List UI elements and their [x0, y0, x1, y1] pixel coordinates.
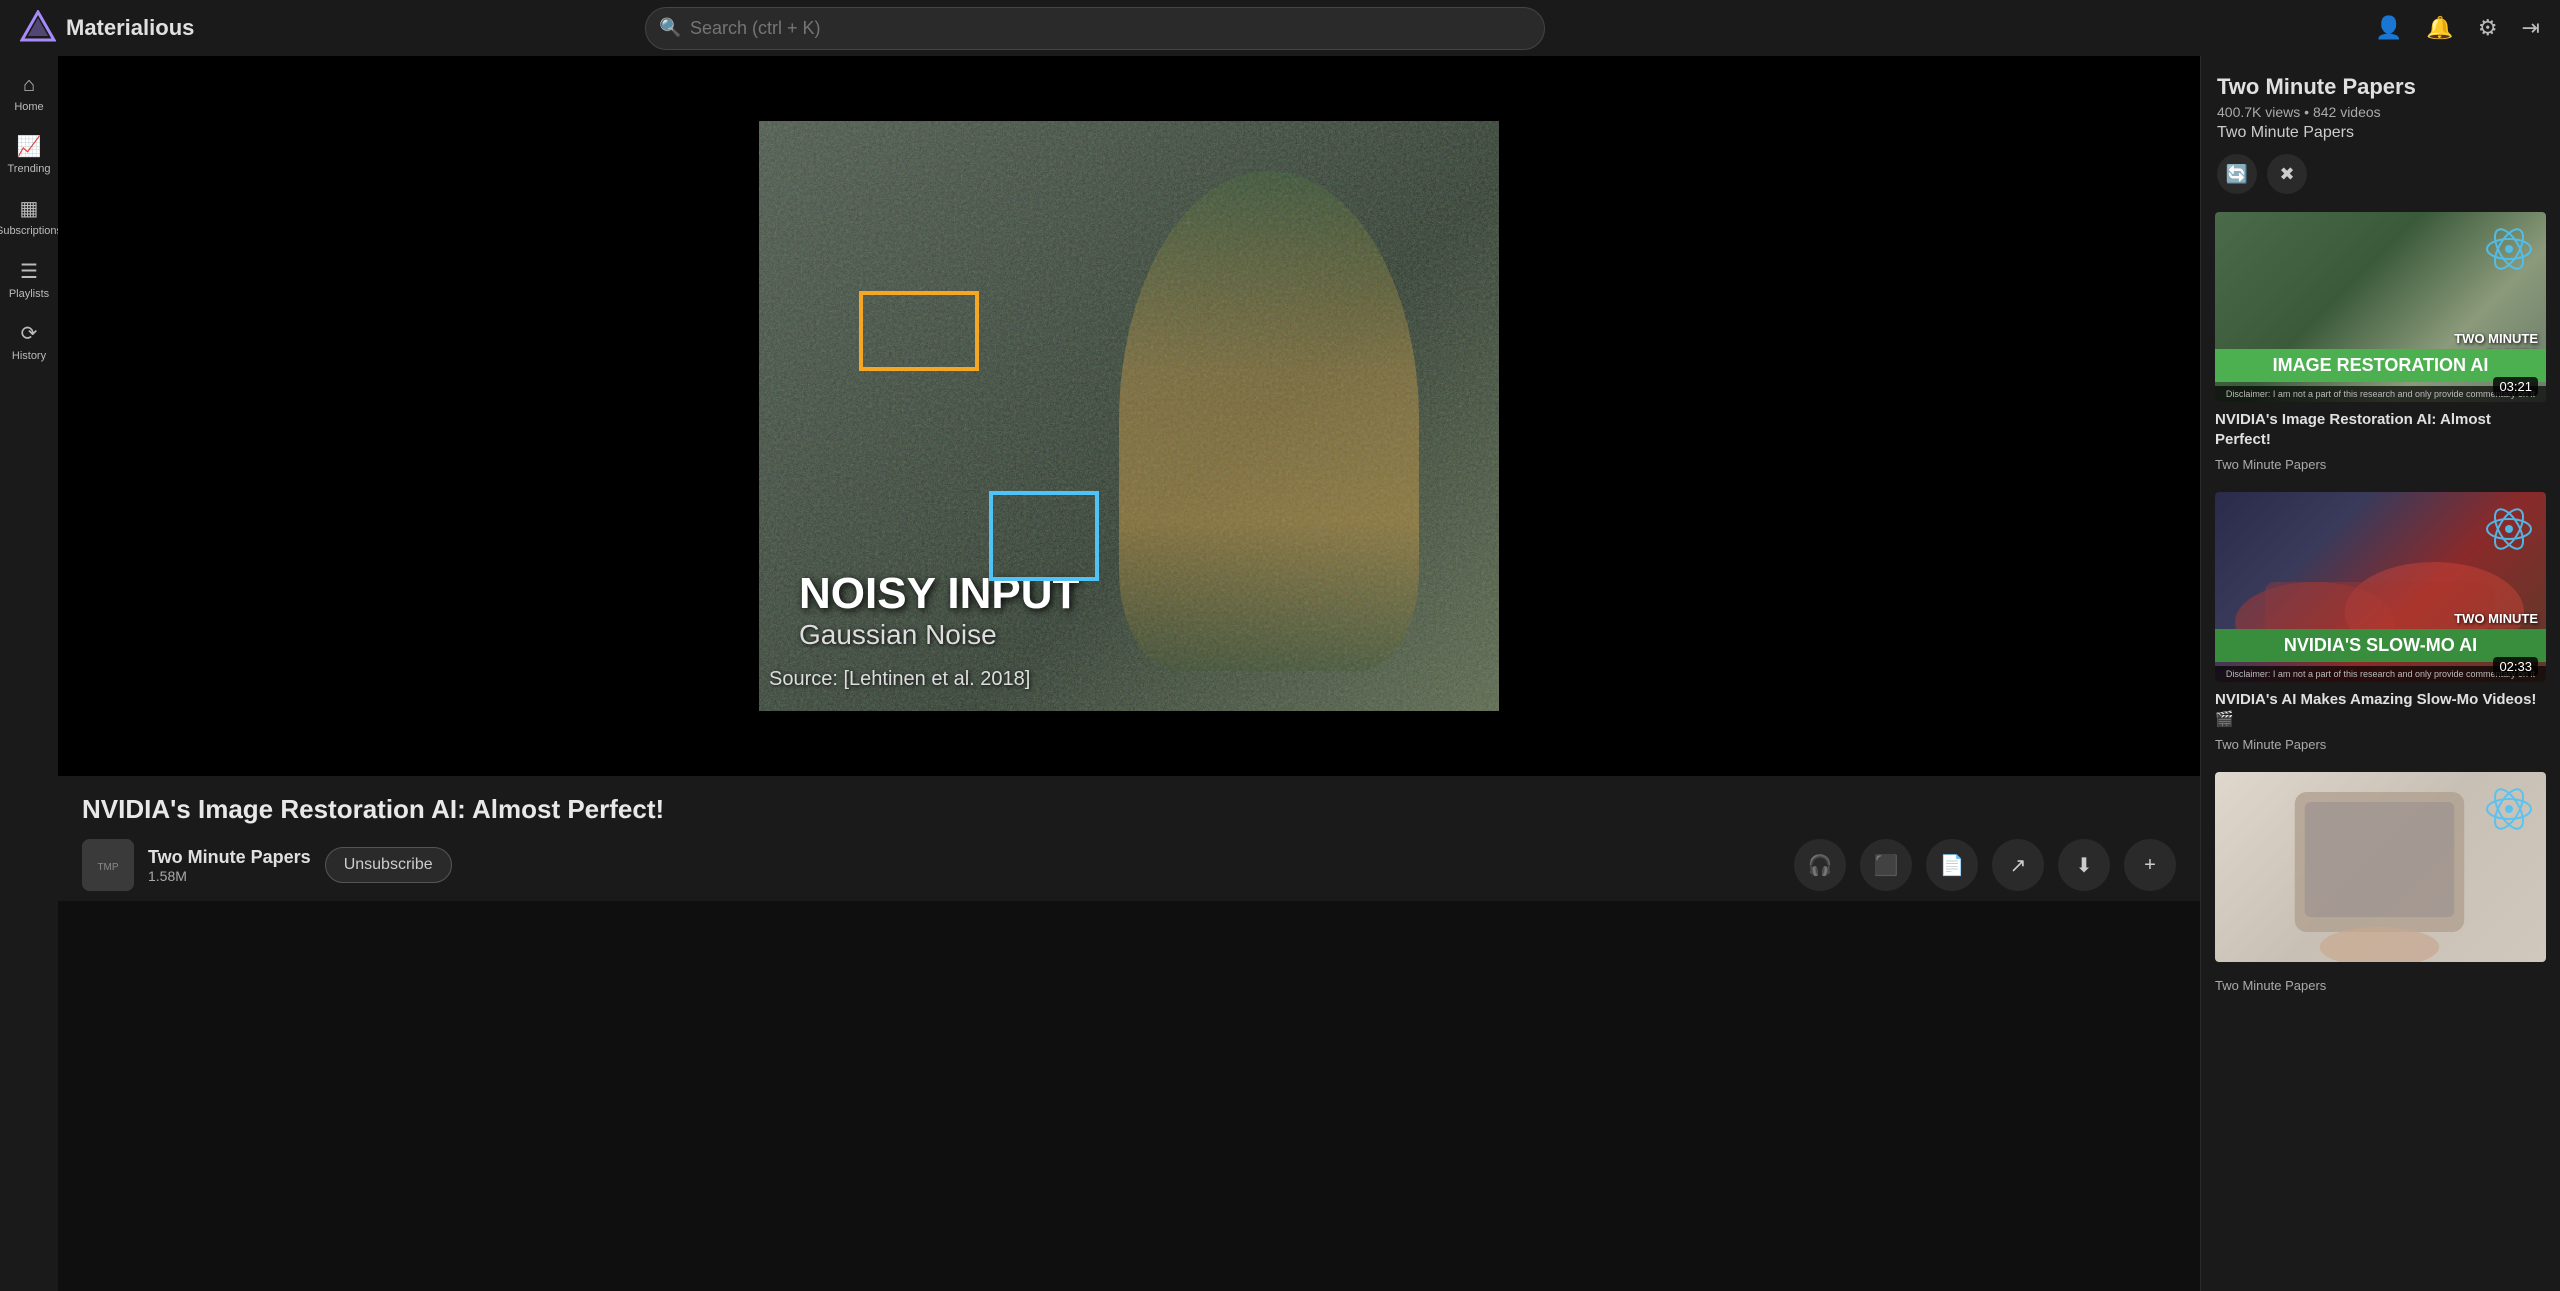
search-input[interactable]: [645, 7, 1545, 50]
home-icon: ⌂: [23, 74, 35, 97]
subscriber-count: 1.58M: [148, 868, 311, 884]
channel-row: TMP Two Minute Papers 1.58M Unsubscribe …: [82, 839, 2176, 891]
video-player[interactable]: NOISY INPUT Gaussian Noise Source: [Leht…: [58, 56, 2200, 776]
video-source: Source: [Lehtinen et al. 2018]: [769, 668, 1030, 691]
video-thumbnail-2: TWO MINUTEPAPERS NVIDIA'S SLOW-MO AI Dis…: [2215, 492, 2546, 682]
sidebar-item-label-playlists: Playlists: [9, 288, 49, 301]
right-panel-header: Two Minute Papers 400.7K views • 842 vid…: [2201, 56, 2560, 202]
video-card-title-1: NVIDIA's Image Restoration AI: Almost Pe…: [2215, 410, 2546, 449]
duration-badge-2: 02:33: [2493, 657, 2538, 676]
trending-icon: 📈: [17, 134, 42, 159]
highlight-rect-orange: [859, 291, 979, 371]
app-title: Materialious: [66, 15, 194, 41]
sidebar-item-label-subscriptions: Subscriptions: [0, 225, 62, 238]
thumb-koala: TWO MINUTEPAPERS IMAGE RESTORATION AI Di…: [2215, 212, 2546, 402]
video-card-channel-3: Two Minute Papers: [2215, 978, 2546, 993]
channel-name: Two Minute Papers: [148, 847, 311, 868]
thumb-paper: [2215, 772, 2546, 962]
sidebar-item-label-home: Home: [14, 101, 43, 114]
headphones-button[interactable]: 🎧: [1794, 839, 1846, 891]
right-channel-stats: 400.7K views • 842 videos: [2217, 104, 2544, 120]
sidebar-item-home[interactable]: ⌂ Home: [2, 66, 56, 122]
channel-avatar: TMP: [82, 839, 134, 891]
main-layout: ⌂ Home 📈 Trending ▦ Subscriptions ☰ Play…: [0, 56, 2560, 1291]
video-title: NVIDIA's Image Restoration AI: Almost Pe…: [82, 794, 2176, 825]
topbar-actions: 👤 🔔 ⚙ ⇥: [2375, 15, 2540, 41]
video-actions: 🎧 ⬛ 📄 ↗ ⬇ +: [1794, 839, 2176, 891]
content-area: NOISY INPUT Gaussian Noise Source: [Leht…: [58, 56, 2200, 1291]
settings-icon[interactable]: ⚙: [2478, 15, 2498, 41]
video-card-2[interactable]: TWO MINUTEPAPERS NVIDIA'S SLOW-MO AI Dis…: [2201, 482, 2560, 762]
video-overlay-text: NOISY INPUT Gaussian Noise: [799, 569, 1079, 651]
person-silhouette: [1119, 171, 1419, 671]
thumb-car: TWO MINUTEPAPERS NVIDIA'S SLOW-MO AI Dis…: [2215, 492, 2546, 682]
unsubscribe-button[interactable]: Unsubscribe: [325, 847, 452, 883]
right-actions: 🔄 ✖: [2217, 154, 2544, 194]
video-card-channel-2: Two Minute Papers: [2215, 737, 2546, 752]
video-card-3[interactable]: Two Minute Papers: [2201, 762, 2560, 1003]
subscriptions-icon: ▦: [20, 196, 39, 221]
gaussian-label: Gaussian Noise: [799, 619, 1079, 651]
account-icon[interactable]: 👤: [2375, 15, 2402, 41]
logout-icon[interactable]: ⇥: [2522, 15, 2540, 41]
video-thumbnail-1: TWO MINUTEPAPERS IMAGE RESTORATION AI Di…: [2215, 212, 2546, 402]
atom-icon-3: [2484, 784, 2534, 834]
video-thumbnail-3: [2215, 772, 2546, 962]
sidebar: ⌂ Home 📈 Trending ▦ Subscriptions ☰ Play…: [0, 56, 58, 1291]
download-button[interactable]: ⬇: [2058, 839, 2110, 891]
video-card-1[interactable]: TWO MINUTEPAPERS IMAGE RESTORATION AI Di…: [2201, 202, 2560, 482]
bell-icon[interactable]: 🔔: [2426, 15, 2453, 41]
theater-button[interactable]: ⬛: [1860, 839, 1912, 891]
more-button[interactable]: +: [2124, 839, 2176, 891]
sidebar-item-label-trending: Trending: [7, 163, 50, 176]
right-action-refresh[interactable]: 🔄: [2217, 154, 2257, 194]
video-content: NOISY INPUT Gaussian Noise Source: [Leht…: [759, 121, 1499, 711]
sidebar-item-label-history: History: [12, 350, 46, 363]
history-icon: ⟳: [21, 321, 38, 346]
search-bar-container: 🔍: [645, 7, 1545, 50]
playlists-icon: ☰: [20, 259, 38, 284]
document-button[interactable]: 📄: [1926, 839, 1978, 891]
right-panel: Two Minute Papers 400.7K views • 842 vid…: [2200, 56, 2560, 1291]
right-action-close[interactable]: ✖: [2267, 154, 2307, 194]
right-channel-title: Two Minute Papers: [2217, 74, 2544, 100]
below-video: NVIDIA's Image Restoration AI: Almost Pe…: [58, 776, 2200, 901]
search-icon: 🔍: [659, 18, 681, 39]
video-card-title-2: NVIDIA's AI Makes Amazing Slow-Mo Videos…: [2215, 690, 2546, 729]
duration-badge-1: 03:21: [2493, 377, 2538, 396]
highlight-rect-blue: [989, 491, 1099, 581]
logo-area: Materialious: [20, 10, 220, 46]
right-channel-name: Two Minute Papers: [2217, 124, 2544, 142]
svg-text:TMP: TMP: [97, 862, 118, 873]
channel-left: TMP Two Minute Papers 1.58M Unsubscribe: [82, 839, 452, 891]
sidebar-item-subscriptions[interactable]: ▦ Subscriptions: [2, 188, 56, 246]
sidebar-item-playlists[interactable]: ☰ Playlists: [2, 251, 56, 309]
video-card-channel-1: Two Minute Papers: [2215, 457, 2546, 472]
share-button[interactable]: ↗: [1992, 839, 2044, 891]
atom-icon-2: [2484, 504, 2534, 554]
channel-info: Two Minute Papers 1.58M: [148, 847, 311, 884]
sidebar-item-history[interactable]: ⟳ History: [2, 313, 56, 371]
logo-icon: [20, 10, 56, 46]
atom-icon-1: [2484, 224, 2534, 274]
topbar: Materialious 🔍 👤 🔔 ⚙ ⇥: [0, 0, 2560, 56]
sidebar-item-trending[interactable]: 📈 Trending: [2, 126, 56, 184]
avatar-icon: TMP: [82, 839, 134, 891]
